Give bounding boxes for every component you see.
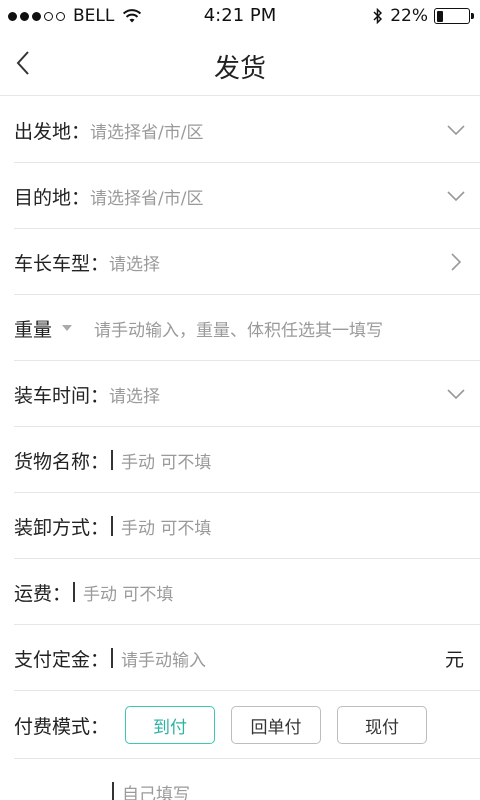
- chevron-down-icon[interactable]: [446, 384, 466, 404]
- cargo-name-label: 货物名称：: [14, 450, 110, 473]
- origin-label: 出发地：: [14, 120, 91, 143]
- load-method-label: 装卸方式：: [14, 516, 110, 539]
- weight-row[interactable]: 重量 请手动输入，重量、体积任选其一填写: [0, 295, 480, 361]
- shipment-form: 出发地： 请选择省/市/区 目的地： 请选择省/市/区 车长车型： 请选择 重量…: [0, 97, 480, 800]
- destination-label: 目的地：: [14, 186, 91, 209]
- custom-input[interactable]: 自己填写: [122, 780, 190, 800]
- bluetooth-icon: [373, 7, 383, 25]
- destination-placeholder: 请选择省/市/区: [90, 188, 204, 209]
- text-cursor: [73, 582, 76, 602]
- load-method-input[interactable]: 手动 可不填: [121, 514, 211, 539]
- freight-row[interactable]: 运费： 手动 可不填: [0, 559, 480, 625]
- nav-bar: 发货: [0, 32, 480, 96]
- deposit-input[interactable]: 请手动输入: [121, 646, 206, 671]
- pay-mode-label: 付费模式：: [14, 715, 110, 738]
- chevron-right-icon[interactable]: [446, 252, 466, 272]
- battery-icon: [434, 8, 474, 24]
- pay-mode-options: 到付 回单付 现付: [125, 706, 428, 744]
- destination-row[interactable]: 目的地： 请选择省/市/区: [0, 163, 480, 229]
- origin-row[interactable]: 出发地： 请选择省/市/区: [0, 97, 480, 163]
- freight-label: 运费：: [14, 582, 72, 605]
- truck-type-placeholder: 请选择: [109, 254, 161, 275]
- deposit-row[interactable]: 支付定金： 请手动输入 元: [0, 625, 480, 691]
- cargo-name-row[interactable]: 货物名称： 手动 可不填: [0, 427, 480, 493]
- pay-option-cash-button[interactable]: 现付: [337, 706, 428, 744]
- dropdown-triangle-icon[interactable]: [62, 325, 73, 331]
- status-bar: BELL 4:21 PM 22%: [0, 0, 480, 32]
- chevron-down-icon[interactable]: [446, 120, 466, 140]
- text-cursor: [111, 450, 114, 470]
- battery-percent: 22%: [390, 6, 428, 26]
- pay-option-cod-button[interactable]: 到付: [125, 706, 216, 744]
- text-cursor: [112, 782, 114, 800]
- page-title: 发货: [213, 54, 266, 84]
- truck-type-row[interactable]: 车长车型： 请选择: [0, 229, 480, 295]
- pay-option-receipt-button[interactable]: 回单付: [231, 706, 322, 744]
- status-right: 22%: [372, 6, 474, 26]
- load-method-row[interactable]: 装卸方式： 手动 可不填: [0, 493, 480, 559]
- pay-mode-row: 付费模式： 到付 回单付 现付: [0, 691, 480, 759]
- cargo-name-input[interactable]: 手动 可不填: [121, 448, 211, 473]
- deposit-unit: 元: [444, 648, 464, 671]
- load-time-row[interactable]: 装车时间： 请选择: [0, 361, 480, 427]
- freight-input[interactable]: 手动 可不填: [83, 580, 173, 605]
- load-time-label: 装车时间：: [14, 384, 110, 407]
- origin-placeholder: 请选择省/市/区: [90, 122, 204, 143]
- chevron-down-icon[interactable]: [446, 186, 466, 206]
- text-cursor: [111, 648, 114, 668]
- custom-row[interactable]: 自己填写: [0, 759, 480, 800]
- truck-type-label: 车长车型：: [14, 252, 110, 275]
- weight-label[interactable]: 重量: [14, 315, 52, 342]
- weight-input[interactable]: 请手动输入，重量、体积任选其一填写: [94, 316, 383, 341]
- battery-fill: [436, 10, 444, 22]
- deposit-label: 支付定金：: [14, 648, 110, 671]
- text-cursor: [111, 516, 114, 536]
- load-time-placeholder: 请选择: [109, 386, 161, 407]
